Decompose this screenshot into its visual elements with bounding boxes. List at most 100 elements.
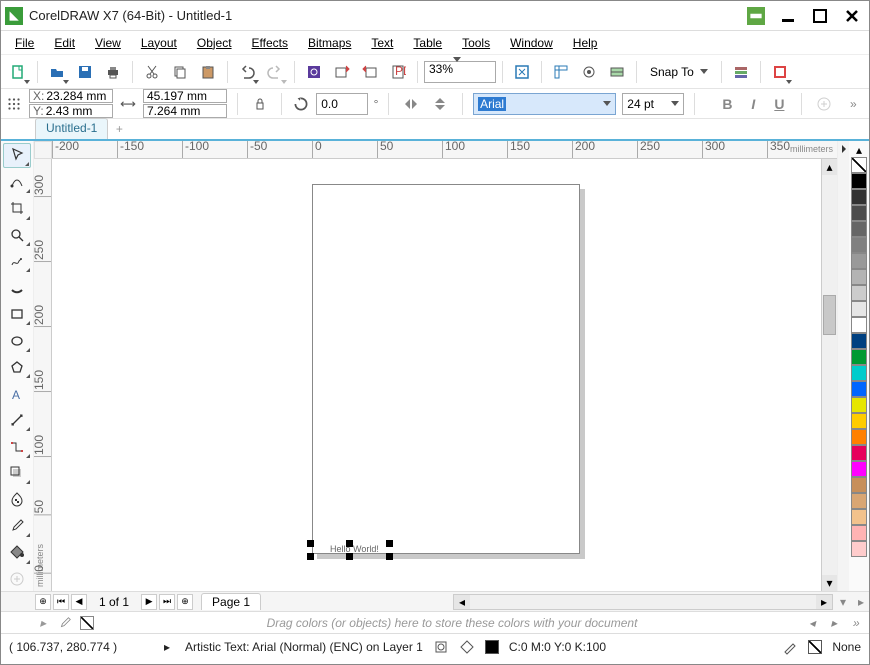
menu-object[interactable]: Object	[189, 34, 240, 52]
palette-flyout[interactable]: ▸	[853, 595, 869, 609]
color-swatch[interactable]	[851, 461, 867, 477]
open-button[interactable]	[44, 59, 70, 85]
menu-file[interactable]: File	[7, 34, 42, 52]
show-guidelines-button[interactable]	[604, 59, 630, 85]
drawing-canvas[interactable]: Hello World!	[52, 159, 821, 591]
color-swatch[interactable]	[851, 365, 867, 381]
underline-button[interactable]: U	[767, 92, 791, 116]
rotation-field[interactable]: 0.0	[316, 93, 367, 115]
color-swatch[interactable]	[851, 445, 867, 461]
new-button[interactable]	[5, 59, 31, 85]
scroll-down-arrow[interactable]: ▾	[822, 575, 837, 591]
color-swatch[interactable]	[851, 285, 867, 301]
selected-text-object[interactable]: Hello World!	[310, 543, 390, 557]
import-button[interactable]	[329, 59, 355, 85]
palette-scroll-down[interactable]: ▾	[835, 595, 851, 609]
italic-button[interactable]: I	[741, 92, 765, 116]
horizontal-ruler[interactable]: millimeters-200-150-100-5005010015020025…	[52, 141, 837, 159]
artistic-media-tool[interactable]	[3, 275, 31, 299]
add-page-button[interactable]: ⊕	[35, 594, 51, 610]
horizontal-scrollbar[interactable]: ◂ ▸	[453, 594, 833, 610]
color-swatch[interactable]	[851, 221, 867, 237]
docker-collapse-bar[interactable]	[837, 141, 849, 591]
font-size-select[interactable]: 24 pt	[622, 93, 684, 115]
menu-help[interactable]: Help	[565, 34, 606, 52]
lock-ratio-button[interactable]	[248, 91, 271, 117]
color-swatch[interactable]	[851, 333, 867, 349]
palette-scroll-up[interactable]: ▴	[851, 143, 867, 157]
add-button[interactable]	[812, 91, 835, 117]
menu-edit[interactable]: Edit	[46, 34, 83, 52]
show-grid-button[interactable]	[576, 59, 602, 85]
shape-tool[interactable]	[3, 170, 31, 194]
text-tool[interactable]: A	[3, 381, 31, 405]
color-swatch[interactable]	[851, 189, 867, 205]
connector-tool[interactable]	[3, 434, 31, 458]
mirror-vertical-button[interactable]	[429, 91, 452, 117]
fill-tool-icon[interactable]	[459, 639, 475, 655]
zoom-level-select[interactable]: 33%	[424, 61, 496, 83]
color-swatch[interactable]	[851, 509, 867, 525]
color-swatch[interactable]	[851, 269, 867, 285]
color-swatch[interactable]	[851, 541, 867, 557]
rectangle-tool[interactable]	[3, 302, 31, 326]
freehand-tool[interactable]	[3, 249, 31, 273]
notification-badge-icon[interactable]	[747, 7, 765, 25]
menu-window[interactable]: Window	[502, 34, 561, 52]
cut-button[interactable]	[139, 59, 165, 85]
vertical-scrollbar[interactable]: ▴ ▾	[821, 159, 837, 591]
color-swatch[interactable]	[851, 205, 867, 221]
zoom-tool[interactable]	[3, 223, 31, 247]
document-palette[interactable]: ▸ Drag colors (or objects) here to store…	[1, 611, 869, 633]
color-swatch[interactable]	[851, 381, 867, 397]
paste-button[interactable]	[195, 59, 221, 85]
close-button[interactable]	[839, 5, 865, 27]
menu-layout[interactable]: Layout	[133, 34, 185, 52]
redo-button[interactable]	[262, 59, 288, 85]
no-color-swatch[interactable]	[79, 615, 95, 631]
x-position-field[interactable]: X:23.284 mm	[29, 89, 113, 103]
toolbox-expand[interactable]	[3, 567, 31, 591]
next-page-button[interactable]: ▶	[141, 594, 157, 610]
maximize-button[interactable]	[807, 5, 833, 27]
print-button[interactable]	[100, 59, 126, 85]
scroll-right-arrow[interactable]: ▸	[816, 595, 832, 609]
vertical-ruler[interactable]: millimeters300250200150100500	[34, 159, 52, 591]
menu-tools[interactable]: Tools	[454, 34, 498, 52]
dimension-tool[interactable]	[3, 408, 31, 432]
add-page-after-button[interactable]: ⊕	[177, 594, 193, 610]
outline-pen-icon[interactable]	[782, 639, 798, 655]
interactive-fill-tool[interactable]	[3, 540, 31, 564]
eyedropper-mini-icon[interactable]	[57, 615, 73, 631]
drop-shadow-tool[interactable]	[3, 461, 31, 485]
page-tab[interactable]: Page 1	[201, 593, 261, 610]
ruler-origin[interactable]	[34, 141, 52, 159]
crop-tool[interactable]	[3, 196, 31, 220]
color-swatch[interactable]	[851, 429, 867, 445]
menu-text[interactable]: Text	[363, 34, 401, 52]
width-field[interactable]: 45.197 mm	[143, 89, 227, 103]
ellipse-tool[interactable]	[3, 328, 31, 352]
export-button[interactable]	[357, 59, 383, 85]
copy-button[interactable]	[167, 59, 193, 85]
pick-tool[interactable]	[3, 143, 31, 168]
current-fill-swatch[interactable]	[485, 640, 499, 654]
eyedropper-tool[interactable]	[3, 514, 31, 538]
height-field[interactable]: 7.264 mm	[143, 104, 227, 118]
save-button[interactable]	[72, 59, 98, 85]
menu-table[interactable]: Table	[405, 34, 450, 52]
document-tab-active[interactable]: Untitled-1	[35, 118, 108, 139]
scroll-up-arrow[interactable]: ▴	[822, 159, 837, 175]
overflow-icon[interactable]: »	[853, 616, 869, 630]
palette-menu-icon[interactable]: ▸	[35, 615, 51, 631]
color-swatch[interactable]	[851, 349, 867, 365]
color-swatch[interactable]	[851, 237, 867, 253]
color-swatch[interactable]	[851, 493, 867, 509]
minimize-button[interactable]	[775, 5, 801, 27]
options-button[interactable]	[728, 59, 754, 85]
font-family-select[interactable]: Arial	[473, 93, 616, 115]
color-swatch[interactable]	[851, 525, 867, 541]
search-content-button[interactable]	[301, 59, 327, 85]
menu-view[interactable]: View	[87, 34, 129, 52]
transparency-tool[interactable]	[3, 487, 31, 511]
